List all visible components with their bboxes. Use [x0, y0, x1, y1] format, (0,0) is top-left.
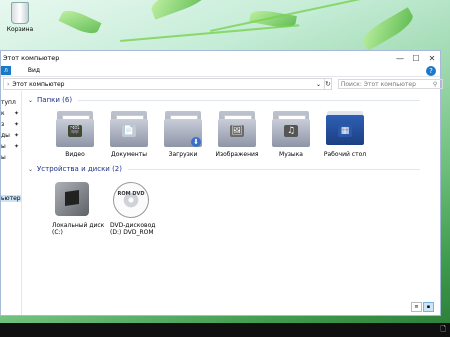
download-arrow-icon: ⬇ [191, 137, 201, 147]
folder-downloads[interactable]: ⬇ Загрузки [156, 109, 210, 158]
chevron-down-icon[interactable]: ⌄ [28, 97, 33, 104]
folders-group-title: Папки (6) [37, 96, 73, 104]
recycle-bin-label: Корзина [6, 26, 34, 33]
close-button[interactable]: ✕ [424, 51, 440, 65]
ribbon-tabs: л Вид ? [1, 65, 440, 77]
drive-d[interactable]: ROM DVD DVD-дисковод (D:) DVD_ROM [110, 180, 168, 236]
drive-letter: (D:) DVD_ROM [110, 229, 154, 236]
downloads-folder-icon: ⬇ [163, 109, 203, 149]
search-icon[interactable]: ⚲ [433, 81, 437, 88]
notification-icon[interactable]: 🗋 [440, 325, 446, 336]
recycle-bin-icon [11, 2, 29, 24]
address-path[interactable]: Этот компьютер [12, 81, 64, 88]
explorer-window: Этот компьютер — ☐ ✕ л Вид ? › Этот комп… [0, 50, 443, 316]
search-box[interactable]: ⚲ [337, 79, 443, 89]
dvd-disc-icon: ROM DVD [113, 182, 149, 218]
folder-label: Изображения [215, 151, 259, 158]
desktop-grid-icon: ▦ [338, 125, 352, 137]
music-note-icon: ♫ [284, 125, 298, 137]
wallpaper-leaf [148, 0, 212, 20]
nav-item[interactable]: тупл [1, 99, 21, 106]
minimize-button[interactable]: — [392, 51, 408, 65]
wallpaper-streak [119, 24, 300, 42]
folder-label: Видео [65, 151, 85, 158]
folder-documents[interactable]: 📄 Документы [102, 109, 156, 158]
chevron-down-icon[interactable]: ⌄ [28, 166, 33, 173]
folder-music[interactable]: ♫ Музыка [264, 109, 318, 158]
desktop-folder-icon: ▦ [325, 109, 365, 149]
pin-icon: ✦ [13, 143, 19, 150]
drive-label: DVD-дисковод [110, 222, 156, 229]
folder-label: Загрузки [168, 151, 198, 158]
address-bar[interactable]: › Этот компьютер ⌄ [3, 78, 325, 90]
group-divider [78, 99, 420, 101]
address-row: › Этот компьютер ⌄ ↻ ⚲ [1, 77, 443, 91]
group-divider [128, 168, 420, 170]
help-icon[interactable]: ? [426, 65, 436, 76]
pin-icon: ✦ [13, 110, 19, 117]
folder-label: Рабочий стол [323, 151, 367, 158]
music-folder-icon: ♫ [271, 109, 311, 149]
maximize-button[interactable]: ☐ [408, 51, 424, 65]
drive-letter: (C:) [52, 229, 63, 236]
drives-list: Локальный диск (C:) ROM DVD DVD-дисковод… [28, 180, 440, 236]
folders-group-header[interactable]: ⌄ Папки (6) [28, 95, 440, 105]
view-switcher: ≡ ▪ [411, 302, 434, 312]
document-emblem-icon: 📄 [122, 125, 136, 137]
large-icons-view-button[interactable]: ▪ [423, 302, 434, 312]
address-dropdown-icon[interactable]: ⌄ [316, 81, 321, 88]
details-view-button[interactable]: ≡ [411, 302, 422, 312]
folder-desktop[interactable]: ▦ Рабочий стол [318, 109, 372, 158]
recycle-bin-shortcut[interactable]: Корзина [2, 2, 38, 33]
folder-label: Документы [111, 151, 147, 158]
drive-c[interactable]: Локальный диск (C:) [52, 180, 110, 236]
address-chevron-icon[interactable]: › [7, 81, 9, 88]
tab-view[interactable]: Вид [25, 67, 43, 74]
nav-item-this-pc[interactable]: ьютер [1, 195, 21, 202]
search-input[interactable] [340, 80, 433, 88]
title-bar[interactable]: Этот компьютер — ☐ ✕ [1, 51, 440, 65]
pin-icon: ✦ [13, 132, 19, 139]
nav-item[interactable]: ы [1, 154, 21, 161]
wallpaper-leaf [359, 7, 417, 51]
tab-file[interactable]: л [1, 66, 11, 75]
taskbar: 🗋 [0, 323, 450, 337]
film-emblem-icon: 🎬 [68, 125, 82, 137]
devices-group-title: Устройства и диски (2) [37, 165, 122, 173]
pictures-folder-icon: 🖼 [217, 109, 257, 149]
window-title: Этот компьютер [3, 54, 60, 62]
disc-text: ROM DVD [117, 191, 145, 197]
devices-group-header[interactable]: ⌄ Устройства и диски (2) [28, 164, 440, 174]
window-controls: — ☐ ✕ [392, 51, 440, 65]
documents-folder-icon: 📄 [109, 109, 149, 149]
folder-label: Музыка [279, 151, 303, 158]
content-pane: ⌄ Папки (6) 🎬 Видео 📄 Документы ⬇ Загруз… [22, 91, 440, 315]
explorer-body: тупл к ✦ з ✦ ды ✦ ы ✦ ы ьютер ⌄ Папки (6… [1, 91, 440, 315]
folder-videos[interactable]: 🎬 Видео [48, 109, 102, 158]
wallpaper-leaf [58, 6, 102, 38]
pin-icon: ✦ [13, 121, 19, 128]
picture-emblem-icon: 🖼 [230, 125, 244, 137]
video-folder-icon: 🎬 [55, 109, 95, 149]
drive-label: Локальный диск [52, 222, 105, 229]
folders-list: 🎬 Видео 📄 Документы ⬇ Загрузки 🖼 Изображ… [28, 109, 440, 158]
refresh-button[interactable]: ↻ [325, 78, 332, 90]
hard-disk-icon [55, 182, 89, 216]
folder-pictures[interactable]: 🖼 Изображения [210, 109, 264, 158]
navigation-pane: тупл к ✦ з ✦ ды ✦ ы ✦ ы ьютер [1, 91, 22, 315]
